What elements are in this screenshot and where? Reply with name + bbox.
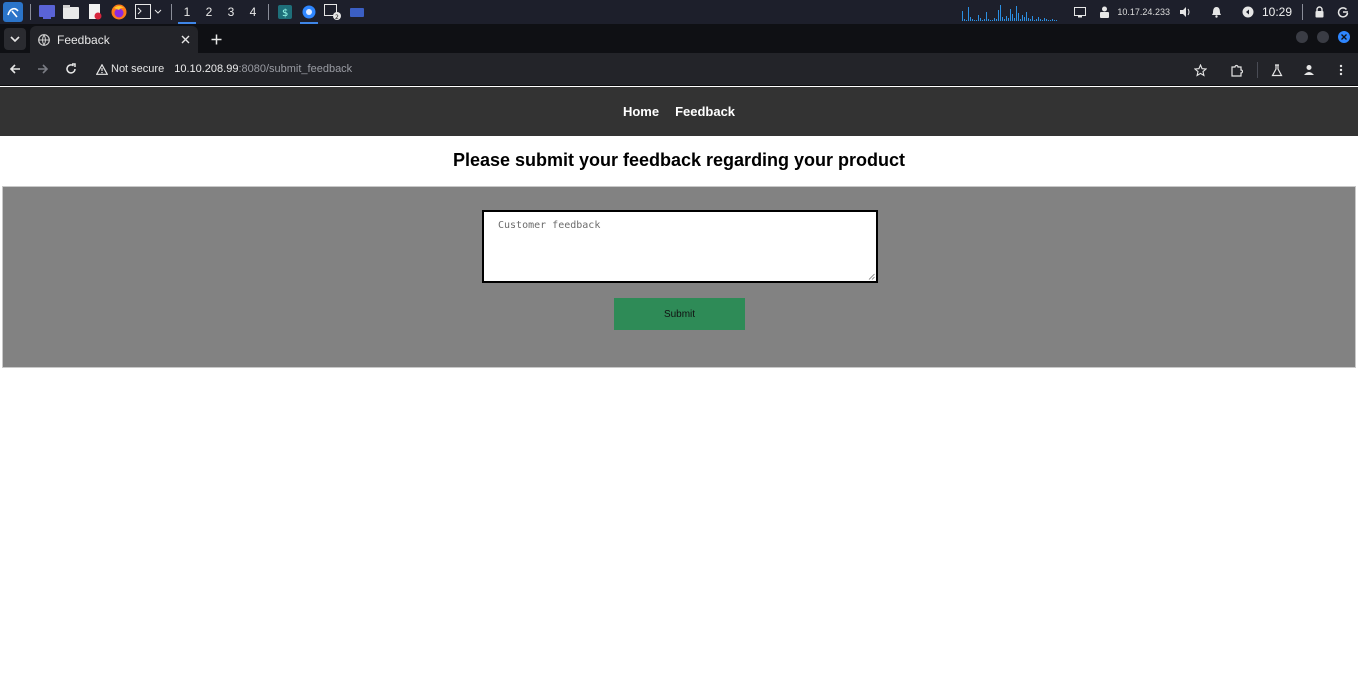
url-path: :8080/submit_feedback [238, 63, 353, 75]
window-close-button[interactable] [1338, 31, 1350, 43]
terminal-icon[interactable] [134, 3, 164, 21]
notification-bell-icon[interactable] [1208, 3, 1226, 21]
user-icon [1304, 65, 1314, 75]
web-page: Home Feedback Please submit your feedbac… [0, 87, 1358, 690]
power-status-icon[interactable] [1239, 3, 1257, 21]
puzzle-icon [1230, 64, 1243, 77]
feedback-placeholder: Customer feedback [498, 220, 601, 231]
file-manager-icon[interactable] [62, 3, 80, 21]
browser-toolbar: Not secure 10.10.208.99:8080/submit_feed… [0, 53, 1358, 86]
nav-link-feedback[interactable]: Feedback [675, 104, 735, 119]
browser-menu-button[interactable] [1328, 57, 1354, 83]
svg-text:2: 2 [335, 14, 339, 20]
reload-button[interactable] [58, 56, 84, 82]
new-tab-button[interactable] [204, 27, 228, 51]
customer-feedback-textarea[interactable]: Customer feedback [482, 210, 878, 283]
labs-button[interactable] [1264, 57, 1290, 83]
url-host: 10.10.208.99 [174, 63, 239, 75]
globe-icon [38, 33, 50, 46]
nav-link-home[interactable]: Home [623, 104, 659, 119]
feedback-panel: Customer feedback Submit [2, 186, 1356, 368]
text-editor-icon[interactable] [86, 3, 104, 21]
extensions-button[interactable] [1223, 57, 1249, 83]
kali-menu-icon[interactable] [3, 2, 23, 22]
vpn-user-icon[interactable] [1095, 3, 1113, 21]
bookmark-button[interactable] [1187, 57, 1213, 83]
forward-button[interactable] [30, 56, 56, 82]
network-graph [962, 3, 1058, 21]
address-bar[interactable]: Not secure 10.10.208.99:8080/submit_feed… [96, 57, 352, 81]
logout-icon[interactable] [1334, 3, 1352, 21]
star-icon [1193, 63, 1207, 77]
minimize-button[interactable] [1296, 31, 1308, 43]
desktop-icon[interactable] [38, 3, 56, 21]
tab-title: Feedback [57, 32, 110, 47]
taskbar-app-browser[interactable] [297, 0, 321, 24]
reload-icon [66, 63, 76, 74]
volume-icon[interactable] [1177, 3, 1195, 21]
taskbar-app-terminal[interactable]: 2 [321, 0, 345, 24]
chevron-down-icon [10, 36, 20, 42]
arrow-right-icon [38, 64, 49, 74]
workspace-2[interactable]: 2 [198, 0, 220, 24]
profile-button[interactable] [1296, 57, 1322, 83]
back-button[interactable] [2, 56, 28, 82]
workspace-4[interactable]: 4 [242, 0, 264, 24]
clock: 10:29 [1261, 5, 1292, 19]
firefox-icon[interactable] [110, 3, 128, 21]
workspace-1[interactable]: 1 [176, 0, 198, 24]
flask-icon [1271, 63, 1283, 76]
kebab-menu-icon [1339, 64, 1343, 76]
page-heading: Please submit your feedback regarding yo… [452, 150, 906, 170]
resize-grip-icon[interactable] [868, 273, 875, 280]
browser-tab-feedback[interactable]: Feedback [30, 26, 198, 53]
taskbar-app-editor[interactable]: $ [273, 0, 297, 24]
taskbar-app-folder[interactable] [345, 0, 369, 24]
arrow-left-icon [9, 64, 20, 74]
ip-address: 10.17.24.233 [1117, 7, 1170, 17]
site-nav: Home Feedback [0, 87, 1358, 136]
workspace-3[interactable]: 3 [220, 0, 242, 24]
submit-button[interactable]: Submit [614, 298, 745, 330]
maximize-button[interactable] [1317, 31, 1329, 43]
display-icon[interactable] [1071, 3, 1089, 21]
lock-icon[interactable] [1310, 3, 1328, 21]
close-icon [1341, 34, 1347, 40]
svg-text:$: $ [282, 8, 288, 19]
plus-icon [211, 34, 221, 44]
not-secure-label: Not secure [111, 63, 165, 75]
close-tab-icon[interactable] [181, 35, 190, 44]
tab-search-button[interactable] [4, 28, 26, 50]
warning-icon [96, 63, 108, 75]
browser-tab-strip: Feedback [0, 24, 1358, 53]
security-indicator[interactable]: Not secure [96, 63, 164, 75]
os-taskbar: 1 2 3 4 $ 2 10.17.24.233 10:29 [0, 0, 1358, 24]
